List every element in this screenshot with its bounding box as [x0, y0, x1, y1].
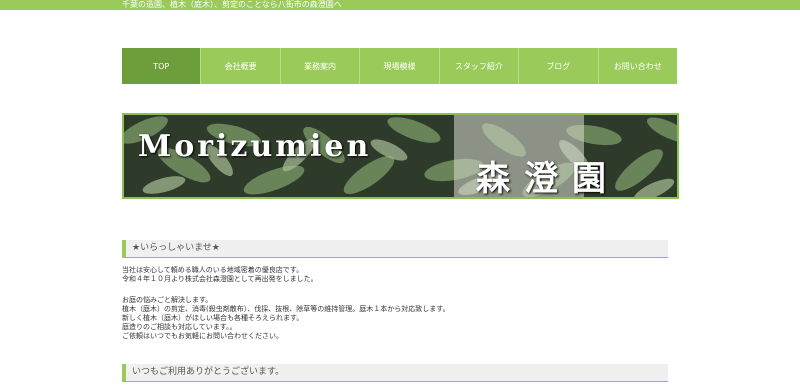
welcome-line: 庭造りのご相談も対応しています。。	[122, 323, 237, 331]
nav-item-works[interactable]: 現場模様	[360, 48, 440, 84]
welcome-line: 令和４年１０月より株式会社森澄園として再出発をしました。	[122, 275, 318, 283]
banner-title-en: Morizumien	[138, 129, 372, 164]
main-nav: TOP 会社概要 業務案内 現場模様 スタッフ紹介 ブログ お問い合わせ	[122, 48, 677, 84]
welcome-line: ご依頼はいつでもお気軽にお問い合わせください。	[122, 332, 283, 340]
thanks-heading: いつもご利用ありがとうございます。	[122, 364, 668, 382]
header-banner: Morizumien 森澄園	[122, 113, 679, 199]
welcome-line: 当社は安心して頼める職人のいる地域密着の優良店です。	[122, 266, 304, 274]
nav-item-company[interactable]: 会社概要	[201, 48, 281, 84]
nav-item-blog[interactable]: ブログ	[519, 48, 599, 84]
nav-item-contact[interactable]: お問い合わせ	[599, 48, 677, 84]
nav-item-top[interactable]: TOP	[122, 48, 202, 84]
welcome-heading: ★いらっしゃいませ★	[122, 240, 668, 258]
nav-item-staff[interactable]: スタッフ紹介	[440, 48, 520, 84]
nav-item-services[interactable]: 業務案内	[281, 48, 361, 84]
welcome-line: 新しく植木（庭木）がほしい場合も各種そろえられます。	[122, 314, 304, 322]
welcome-paragraph-1: 当社は安心して頼める職人のいる地域密着の優良店です。 令和４年１０月より株式会社…	[122, 266, 318, 284]
site-tagline: 千葉の造園、植木（庭木）、剪定のことなら八街市の森澄園へ	[122, 0, 342, 9]
welcome-paragraph-2: お庭の悩みごと解決します。 植木（庭木）の剪定、消毒(殺虫剤散布）、伐採、抜根、…	[122, 296, 450, 341]
welcome-line: お庭の悩みごと解決します。	[122, 296, 213, 304]
banner-title-jp: 森澄園	[476, 159, 620, 199]
top-bar: 千葉の造園、植木（庭木）、剪定のことなら八街市の森澄園へ	[0, 0, 800, 10]
welcome-line: 植木（庭木）の剪定、消毒(殺虫剤散布）、伐採、抜根、除草等の維持管理。庭木１本か…	[122, 305, 450, 313]
